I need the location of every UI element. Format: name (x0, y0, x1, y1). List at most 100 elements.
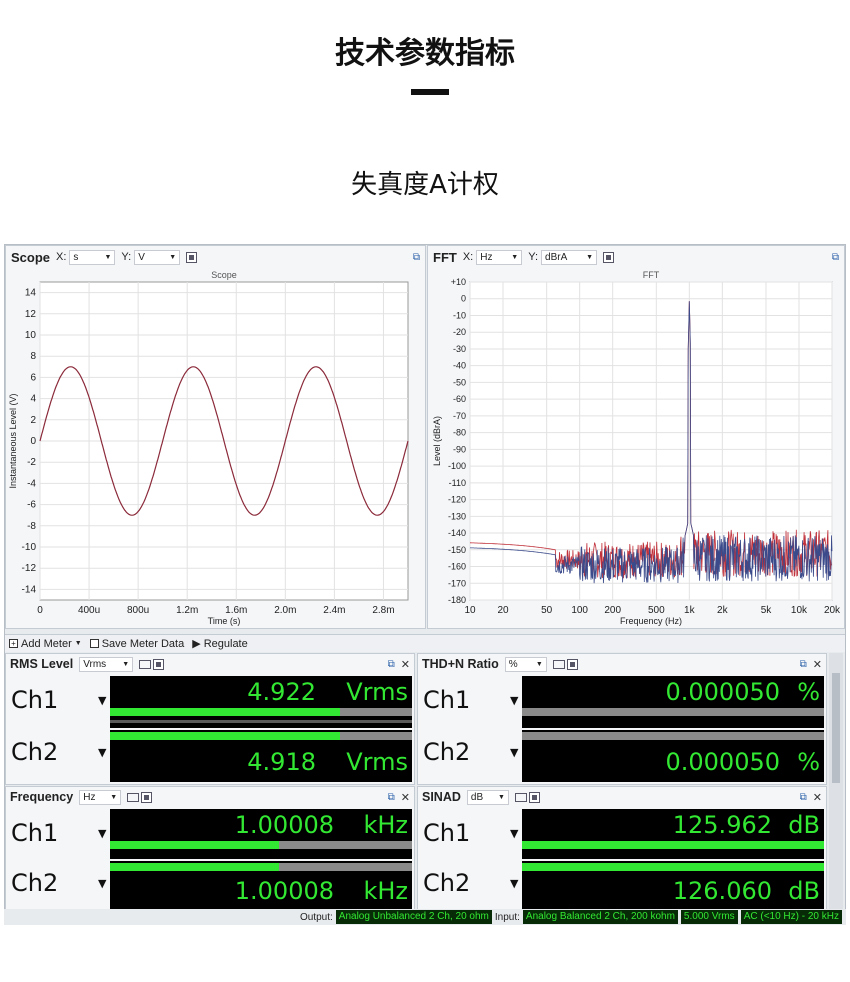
y-tick-label: 0 (461, 294, 466, 304)
fft-y-unit-select[interactable]: dBrA ▼ (541, 249, 598, 265)
settings-square-icon[interactable] (528, 791, 540, 803)
y-tick-label: 14 (25, 288, 37, 299)
display-options-icon[interactable] (127, 792, 140, 802)
sinad-unit-select[interactable]: dB ▼ (466, 789, 509, 805)
scope-x-unit-select[interactable]: s ▼ (69, 249, 116, 265)
x-tick-label: 5k (761, 605, 773, 616)
sinad-meter: SINAD dB ▼ ⧉ ✕ Ch1 ▼ 125.962 dB Ch2 ▼ 126.… (417, 786, 827, 910)
y-tick-label: -150 (448, 545, 466, 555)
y-tick-label: -40 (453, 361, 466, 371)
display-options-icon[interactable] (514, 792, 527, 802)
sinad-ch2-value: 126.060 (672, 877, 772, 905)
close-icon[interactable]: ✕ (401, 658, 410, 671)
sinad-ch1-display: 125.962 dB (522, 809, 824, 859)
y-tick-label: 6 (30, 372, 36, 383)
sinad-ch1-row: Ch1 ▼ 125.962 dB (418, 809, 826, 861)
freq-unit-value: Hz (83, 791, 96, 803)
vertical-scrollbar[interactable] (829, 653, 843, 910)
popout-icon[interactable]: ⧉ (413, 252, 420, 263)
y-tick-label: -8 (27, 521, 36, 532)
freq-ch2-display: 1.00008 kHz (110, 861, 412, 909)
fft-panel: FFT X: Hz ▼ Y: dBrA ▼ ⧉ FFT +10 0 -10 -20 -30 -4… (427, 245, 845, 629)
sinad-title: SINAD (422, 790, 461, 804)
x-tick-label: 20k (824, 605, 841, 616)
channel-dropdown-icon[interactable]: ▼ (510, 694, 518, 707)
settings-square-icon[interactable] (141, 791, 153, 803)
output-config[interactable]: Analog Unbalanced 2 Ch, 20 ohm (335, 910, 492, 924)
regulate-button[interactable]: ▶ Regulate (192, 637, 248, 651)
popout-icon[interactable]: ⧉ (832, 252, 839, 263)
channel-dropdown-icon[interactable]: ▼ (98, 746, 106, 759)
display-options-icon[interactable] (552, 659, 565, 669)
channel-dropdown-icon[interactable]: ▼ (98, 877, 106, 890)
popout-icon[interactable]: ⧉ (800, 659, 807, 670)
popout-icon[interactable]: ⧉ (800, 792, 807, 803)
input-config[interactable]: Analog Balanced 2 Ch, 200 kohm (522, 910, 678, 924)
rms-ch2-value: 4.918 (247, 748, 316, 776)
rms-ch2-display: 4.918 Vrms (110, 730, 412, 782)
y-tick-label: -160 (448, 562, 466, 572)
save-meter-label: Save Meter Data (101, 637, 185, 650)
output-label: Output: (299, 911, 333, 923)
level-config[interactable]: 5.000 Vrms (680, 910, 738, 924)
x-tick-label: 200 (604, 605, 621, 616)
fft-y-label: Y: (528, 251, 539, 263)
rms-unit-select[interactable]: Vrms ▼ (79, 656, 134, 672)
thd-header: THD+N Ratio % ▼ ⧉ ✕ (418, 654, 826, 674)
popout-icon[interactable]: ⧉ (388, 659, 395, 670)
y-tick-label: -10 (22, 542, 37, 553)
fft-x-unit-select[interactable]: Hz ▼ (476, 249, 523, 265)
close-icon[interactable]: ✕ (813, 791, 822, 804)
close-icon[interactable]: ✕ (401, 791, 410, 804)
channel-dropdown-icon[interactable]: ▼ (98, 827, 106, 840)
x-axis-label: Time (s) (208, 616, 241, 626)
scrollbar-thumb[interactable] (832, 673, 840, 783)
x-tick-label: 10k (791, 605, 808, 616)
x-tick-label: 800u (127, 605, 149, 616)
sinad-ch2-row: Ch2 ▼ 126.060 dB (418, 861, 826, 913)
fft-x-unit-value: Hz (480, 251, 493, 263)
save-meter-data-button[interactable]: Save Meter Data (89, 637, 185, 650)
y-tick-label: -2 (27, 457, 36, 468)
y-tick-label: 10 (25, 330, 37, 341)
y-tick-label: -90 (453, 444, 466, 454)
status-bar: Output: Analog Unbalanced 2 Ch, 20 ohm I… (4, 909, 846, 925)
rms-ch1-bar-fill (110, 708, 340, 716)
chevron-down-icon: ▼ (497, 793, 505, 801)
settings-square-icon[interactable] (153, 658, 165, 670)
sinad-unit-value: dB (470, 791, 484, 803)
channel-dropdown-icon[interactable]: ▼ (98, 694, 106, 707)
chevron-down-icon: ▼ (74, 640, 82, 647)
chart-title: FFT (643, 270, 660, 280)
fft-chart: FFT +10 0 -10 -20 -30 -40 -50 -60 -70 -80 -90 -100 -1… (432, 270, 841, 626)
channel-dropdown-icon[interactable]: ▼ (510, 827, 518, 840)
y-tick-label: 2 (30, 415, 36, 426)
display-options-icon[interactable] (139, 659, 152, 669)
thd-title: THD+N Ratio (422, 657, 499, 671)
scope-y-unit-select[interactable]: V ▼ (134, 249, 181, 265)
freq-unit-select[interactable]: Hz ▼ (79, 789, 122, 805)
rms-ch1-display: 4.922 Vrms (110, 676, 412, 728)
scope-title: Scope (11, 249, 51, 265)
y-tick-label: -30 (453, 344, 466, 354)
settings-square-icon[interactable] (186, 251, 198, 263)
y-tick-label: -130 (448, 511, 466, 521)
thd-unit-select[interactable]: % ▼ (504, 656, 547, 672)
channel-dropdown-icon[interactable]: ▼ (510, 746, 518, 759)
close-icon[interactable]: ✕ (813, 658, 822, 671)
channel-dropdown-icon[interactable]: ▼ (510, 877, 518, 890)
rms-title: RMS Level (10, 657, 74, 671)
popout-icon[interactable]: ⧉ (388, 792, 395, 803)
sinad-ch2-display: 126.060 dB (522, 861, 824, 909)
add-meter-button[interactable]: + Add Meter ▼ (9, 638, 82, 650)
settings-square-icon[interactable] (603, 251, 615, 263)
channel-label: Ch2 (11, 738, 59, 766)
settings-square-icon[interactable] (566, 658, 578, 670)
chevron-down-icon: ▼ (122, 660, 130, 668)
scope-x-unit-value: s (73, 251, 79, 263)
sinad-header: SINAD dB ▼ ⧉ ✕ (418, 787, 826, 807)
x-tick-label: 10 (464, 605, 476, 616)
filter-config[interactable]: AC (<10 Hz) - 20 kHz (740, 910, 842, 924)
x-tick-label: 500 (648, 605, 665, 616)
scope-x-label: X: (56, 251, 67, 263)
